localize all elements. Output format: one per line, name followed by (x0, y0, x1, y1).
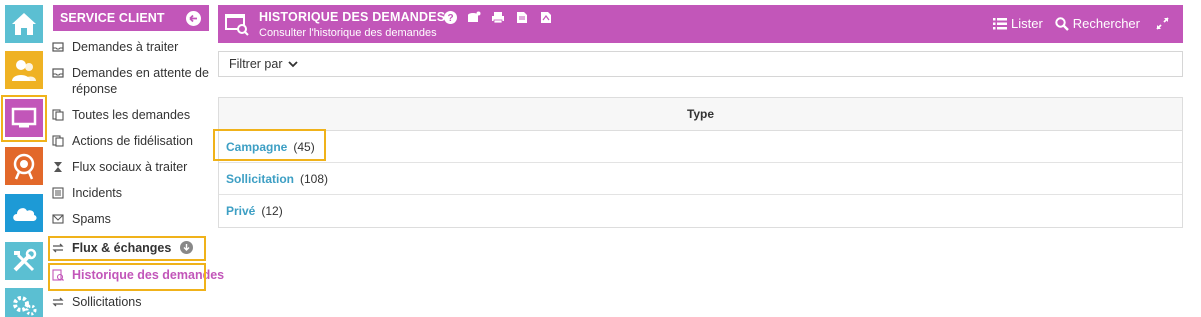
rail-users[interactable] (5, 51, 43, 89)
sidebar-item-label: Demandes en attente de réponse (72, 66, 209, 96)
list-icon (52, 187, 64, 199)
type-link-campagne[interactable]: Campagne (226, 140, 287, 154)
gears-icon (13, 295, 37, 315)
type-count: (108) (300, 171, 329, 186)
arrow-left-icon (189, 14, 197, 22)
tools-icon (13, 248, 37, 272)
header-actions: Lister Rechercher (981, 16, 1173, 31)
sidebar-item-flux-sociaux[interactable]: Flux sociaux à traiter (52, 159, 212, 175)
table-row: Privé (12) (219, 195, 1182, 227)
screen-icon (11, 107, 37, 128)
export-icon[interactable] (515, 10, 529, 24)
expand-button[interactable] (1156, 17, 1173, 30)
type-count: (45) (293, 139, 315, 154)
search-button[interactable]: Rechercher (1055, 16, 1140, 31)
search-button-label: Rechercher (1072, 16, 1140, 31)
sidebar-item-label: Sollicitations (72, 295, 142, 309)
rail-tools[interactable] (5, 242, 43, 280)
sidebar-item-label: Actions de fidélisation (72, 134, 193, 148)
sidebar-item-actions-fidelisation[interactable]: Actions de fidélisation (52, 133, 212, 149)
documents-icon (52, 109, 64, 121)
sidebar-item-label: Demandes à traiter (72, 40, 179, 54)
sidebar-title: SERVICE CLIENT (60, 11, 165, 25)
sidebar-item-incidents[interactable]: Incidents (52, 185, 212, 201)
filter-dropdown[interactable]: Filtrer par (218, 51, 1183, 77)
type-count: (12) (261, 204, 283, 218)
type-table: Type Campagne (45) Sollicitation (108) P… (218, 97, 1183, 228)
rail-home[interactable] (5, 5, 43, 43)
sidebar-item-sollicitations[interactable]: Sollicitations (52, 294, 212, 310)
hourglass-icon (54, 162, 62, 172)
table-header: Type (219, 98, 1182, 131)
search-icon (1055, 16, 1069, 31)
sidebar-item-toutes-les-demandes[interactable]: Toutes les demandes (52, 107, 212, 123)
rail-target[interactable] (5, 147, 43, 185)
sidebar-header: SERVICE CLIENT (53, 5, 209, 31)
history-screen-icon (225, 14, 249, 36)
sidebar-item-label: Toutes les demandes (72, 108, 191, 122)
sidebar-item-spams[interactable]: Spams (52, 211, 212, 227)
page-subtitle: Consulter l'historique des demandes (259, 27, 437, 39)
sidebar-item-label: Incidents (72, 186, 123, 200)
arrow-down-circle-icon (180, 241, 193, 254)
exchange-icon (52, 297, 64, 307)
back-button[interactable] (186, 10, 201, 26)
users-icon (12, 60, 36, 81)
type-link-sollicitation[interactable]: Sollicitation (226, 172, 294, 186)
documents-icon (52, 135, 64, 147)
sidebar: SERVICE CLIENT Demandes à traiter Demand… (48, 0, 225, 317)
help-icon[interactable]: ? (443, 10, 457, 24)
header-tools: ? (443, 10, 553, 24)
page-header: HISTORIQUE DES DEMANDES Consulter l'hist… (218, 5, 1183, 43)
list-button-label: Lister (1011, 16, 1043, 31)
cloud-icon (13, 208, 37, 221)
sidebar-item-label: Spams (72, 212, 111, 226)
sidebar-group-flux-echanges[interactable]: Flux & échanges (52, 240, 207, 256)
list-button[interactable]: Lister (993, 16, 1043, 31)
mail-icon (52, 214, 64, 224)
rail-cloud[interactable] (5, 194, 43, 232)
type-link-prive[interactable]: Privé (226, 204, 255, 218)
history-icon (52, 269, 64, 281)
app-rail (0, 0, 48, 317)
stack-icon[interactable] (467, 10, 481, 24)
column-type: Type (686, 107, 715, 121)
sidebar-item-demandes-en-attente[interactable]: Demandes en attente de réponse (52, 65, 212, 97)
expand-icon (1156, 17, 1169, 30)
pdf-icon[interactable] (539, 10, 553, 24)
sidebar-group-label: Flux & échanges (72, 241, 172, 255)
list-lines-icon (993, 17, 1007, 29)
sidebar-item-demandes-a-traiter[interactable]: Demandes à traiter (52, 39, 212, 55)
rail-service-client[interactable] (5, 99, 43, 137)
page-title: HISTORIQUE DES DEMANDES (259, 10, 446, 24)
sidebar-item-historique[interactable]: Historique des demandes (52, 267, 225, 283)
filter-label: Filtrer par (229, 57, 283, 71)
sidebar-item-label: Historique des demandes (72, 268, 225, 282)
exchange-icon (52, 243, 64, 253)
print-icon[interactable] (491, 10, 505, 24)
table-row: Campagne (45) (219, 131, 1182, 163)
table-row: Sollicitation (108) (219, 163, 1182, 195)
rail-gears[interactable] (5, 288, 43, 317)
inbox-icon (52, 42, 64, 52)
inbox-wait-icon (52, 68, 64, 78)
sidebar-item-label: Flux sociaux à traiter (72, 160, 188, 174)
home-icon (12, 13, 36, 35)
chevron-down-icon (288, 60, 299, 67)
svg-text:?: ? (447, 13, 453, 24)
target-icon (13, 153, 35, 180)
